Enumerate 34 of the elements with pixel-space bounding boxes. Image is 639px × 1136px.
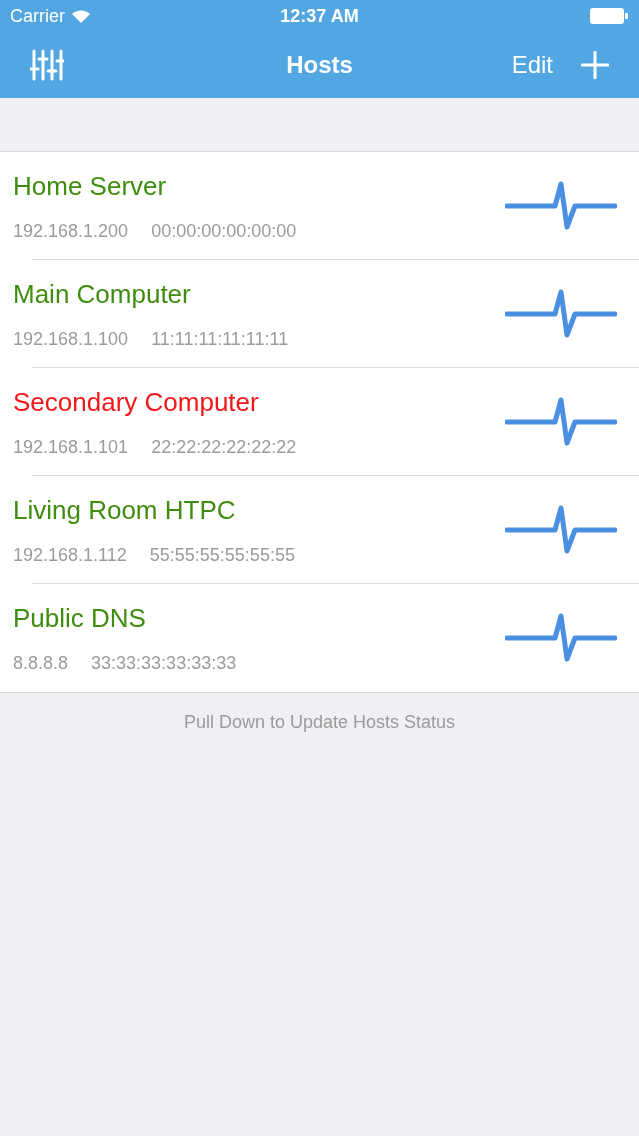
ip-address: 192.168.1.200 <box>13 220 129 243</box>
heartbeat-icon[interactable] <box>505 505 617 555</box>
host-name: Home Server <box>13 170 168 203</box>
host-row[interactable]: Living Room HTPC 192.168.1.112 55:55:55:55:55:55 <box>0 476 639 584</box>
ip-address: 8.8.8.8 <box>13 652 69 675</box>
clock: 12:37 AM <box>280 4 359 28</box>
mac-address: 11:11:11:11:11:11 <box>151 328 289 351</box>
host-row[interactable]: Public DNS 8.8.8.8 33:33:33:33:33:33 <box>0 584 639 692</box>
sliders-icon[interactable] <box>30 49 64 81</box>
host-name: Public DNS <box>13 602 147 635</box>
battery-icon <box>589 7 629 25</box>
mac-address: 22:22:22:22:22:22 <box>151 436 297 459</box>
carrier-label: Carrier <box>10 4 65 28</box>
mac-address: 55:55:55:55:55:55 <box>149 544 295 567</box>
host-name: Living Room HTPC <box>13 494 237 527</box>
heartbeat-icon[interactable] <box>505 289 617 339</box>
host-row[interactable]: Home Server 192.168.1.200 00:00:00:00:00:00 <box>0 152 639 260</box>
host-name: Main Computer <box>13 278 192 311</box>
wifi-icon <box>71 8 91 24</box>
ip-address: 192.168.1.101 <box>13 436 129 459</box>
ip-address: 192.168.1.100 <box>13 328 129 351</box>
heartbeat-icon[interactable] <box>505 613 617 663</box>
heartbeat-icon[interactable] <box>505 181 617 231</box>
nav-title: Hosts <box>286 50 353 80</box>
host-row[interactable]: Main Computer 192.168.1.100 11:11:11:11:11:11 <box>0 260 639 368</box>
edit-button[interactable]: Edit <box>511 47 553 83</box>
add-icon[interactable] <box>581 51 609 79</box>
pull-hint: Pull Down to Update Hosts Status <box>183 711 456 734</box>
mac-address: 33:33:33:33:33:33 <box>91 652 237 675</box>
heartbeat-icon[interactable] <box>505 397 617 447</box>
host-row[interactable]: Secondary Computer 192.168.1.101 22:22:22:22:22:22 <box>0 368 639 476</box>
mac-address: 00:00:00:00:00:00 <box>151 220 297 243</box>
ip-address: 192.168.1.112 <box>13 544 127 567</box>
host-name: Secondary Computer <box>13 386 260 419</box>
